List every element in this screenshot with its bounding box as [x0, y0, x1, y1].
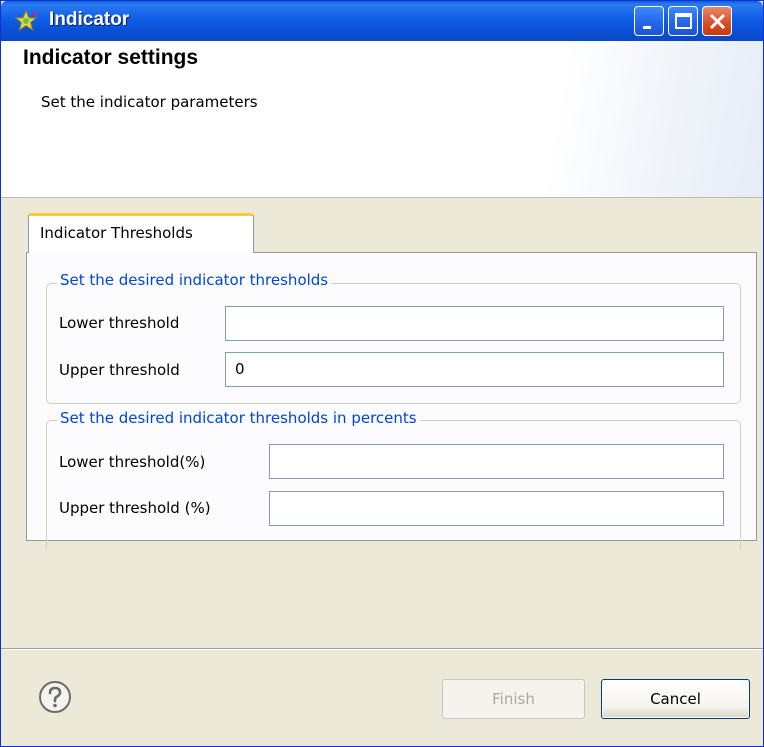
upper-threshold-percent-field[interactable]: [269, 491, 724, 526]
indicator-dialog: Indicator Indicator settings Set the ind…: [0, 0, 764, 747]
help-icon[interactable]: [37, 679, 73, 715]
close-icon: [709, 13, 726, 30]
upper-threshold-field[interactable]: 0: [225, 352, 724, 387]
footer-divider-highlight: [1, 649, 763, 650]
upper-threshold-label: Upper threshold: [59, 361, 180, 379]
window-title: Indicator: [49, 9, 130, 30]
page-description: Set the indicator parameters: [41, 93, 258, 111]
indicator-star-icon: [15, 10, 38, 32]
tab-indicator-thresholds[interactable]: Indicator Thresholds: [28, 213, 254, 253]
page-title: Indicator settings: [23, 46, 199, 69]
title-bar[interactable]: Indicator: [1, 1, 763, 41]
lower-threshold-field[interactable]: [225, 306, 724, 341]
minimize-icon: [643, 26, 651, 29]
lower-threshold-percent-label: Lower threshold(%): [59, 453, 206, 471]
header-banner: Indicator settings Set the indicator par…: [1, 41, 763, 198]
cancel-button[interactable]: Cancel: [601, 679, 750, 719]
lower-threshold-label: Lower threshold: [59, 314, 180, 332]
lower-threshold-percent-field[interactable]: [269, 444, 724, 479]
maximize-icon: [675, 13, 692, 29]
maximize-button[interactable]: [668, 6, 698, 36]
thresholds-group-legend: Set the desired indicator thresholds: [57, 271, 332, 289]
percent-thresholds-group: [46, 420, 741, 550]
finish-button[interactable]: Finish: [442, 679, 585, 719]
percent-thresholds-group-legend: Set the desired indicator thresholds in …: [57, 409, 420, 427]
upper-threshold-percent-label: Upper threshold (%): [59, 499, 211, 517]
close-button[interactable]: [702, 6, 732, 36]
tab-label: Indicator Thresholds: [40, 224, 193, 242]
minimize-button[interactable]: [634, 6, 664, 36]
